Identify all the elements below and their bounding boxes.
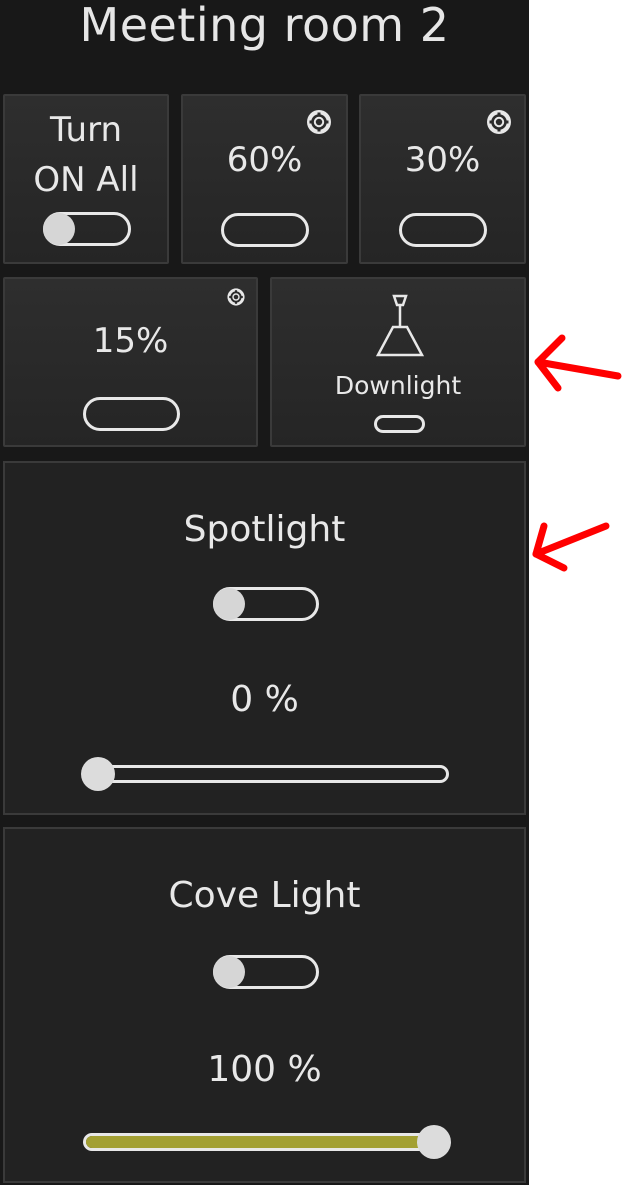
scene-60-tile[interactable]: 60% (181, 94, 348, 264)
slider-fill (86, 1136, 446, 1148)
scene-15-button[interactable] (83, 397, 180, 431)
scene-30-label: 30% (404, 140, 481, 180)
page-title: Meeting room 2 (79, 0, 450, 52)
cove-light-slider-track[interactable] (83, 1133, 449, 1151)
annotation-arrow-downlight (534, 334, 622, 392)
turn-on-all-tile[interactable]: Turn ON All (3, 94, 169, 264)
turn-on-all-toggle[interactable] (43, 212, 131, 246)
gear-icon[interactable] (485, 108, 513, 136)
downlight-button[interactable] (374, 415, 425, 433)
spotlight-slider-thumb[interactable] (81, 757, 115, 791)
control-panel: Meeting room 2 Turn ON All 60% 30% 15% D… (0, 0, 529, 1185)
cove-light-card: Cove Light 100 % (3, 827, 526, 1183)
gear-icon[interactable] (226, 287, 246, 307)
toggle-knob (213, 588, 245, 620)
spotlight-value: 0 % (230, 679, 299, 720)
pendant-lamp-icon (375, 294, 425, 357)
toggle-knob (43, 213, 75, 245)
scene-15-label: 15% (92, 321, 169, 361)
cove-light-value: 100 % (207, 1049, 322, 1090)
gear-icon[interactable] (305, 108, 333, 136)
scene-30-button[interactable] (399, 213, 487, 247)
spotlight-title: Spotlight (183, 509, 346, 550)
turn-on-all-label-line2: ON All (33, 160, 139, 200)
cove-light-toggle[interactable] (213, 955, 319, 989)
turn-on-all-label-line1: Turn (49, 110, 123, 150)
downlight-tile[interactable]: Downlight (270, 277, 526, 447)
scene-15-tile[interactable]: 15% (3, 277, 258, 447)
scene-30-tile[interactable]: 30% (359, 94, 526, 264)
annotation-arrow-spotlight (532, 522, 610, 572)
cove-light-slider-thumb[interactable] (417, 1125, 451, 1159)
toggle-knob (213, 956, 245, 988)
downlight-label: Downlight (334, 371, 462, 400)
scene-60-button[interactable] (221, 213, 309, 247)
cove-light-title: Cove Light (168, 875, 361, 916)
spotlight-card: Spotlight 0 % (3, 461, 526, 815)
spotlight-slider-track[interactable] (83, 765, 449, 783)
spotlight-toggle[interactable] (213, 587, 319, 621)
scene-60-label: 60% (226, 140, 303, 180)
